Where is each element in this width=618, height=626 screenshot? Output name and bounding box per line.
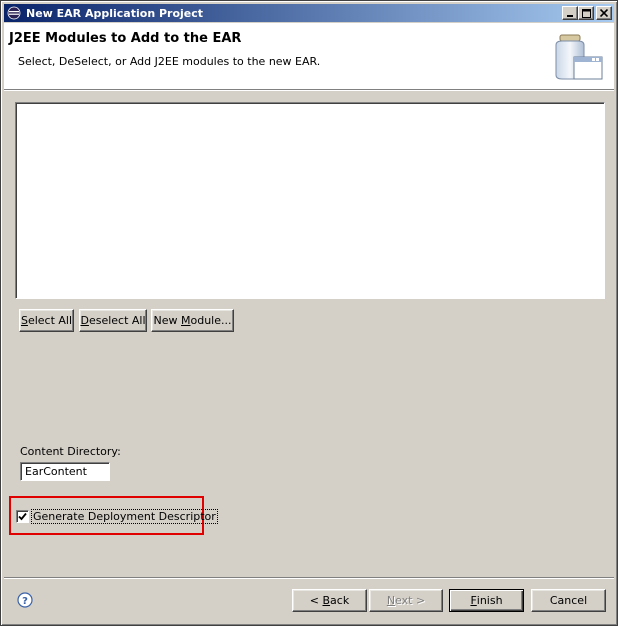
select-all-button[interactable]: Select All [19, 309, 74, 332]
maximize-icon [581, 8, 591, 18]
help-icon[interactable]: ? [17, 592, 33, 608]
wizard-banner: J2EE Modules to Add to the EAR Select, D… [4, 23, 614, 89]
banner-separator [4, 89, 614, 91]
close-button[interactable] [596, 6, 612, 20]
minimize-button[interactable] [562, 6, 578, 20]
close-icon [600, 9, 608, 17]
svg-text:?: ? [22, 596, 28, 607]
maximize-button[interactable] [578, 6, 594, 20]
new-module-button[interactable]: New Module... [151, 309, 234, 332]
page-title: J2EE Modules to Add to the EAR [9, 31, 242, 46]
module-list[interactable] [15, 102, 605, 299]
generate-descriptor-label[interactable]: Generate Deployment Descriptor [31, 509, 218, 524]
generate-descriptor-checkbox[interactable] [16, 510, 29, 523]
title-bar[interactable]: New EAR Application Project [4, 4, 614, 22]
deselect-all-button[interactable]: Deselect All [79, 309, 147, 332]
back-button[interactable]: < Back [292, 589, 367, 612]
minimize-icon [567, 15, 573, 17]
cancel-button[interactable]: Cancel [531, 589, 606, 612]
wizard-window: New EAR Application Project J2EE Modules… [0, 0, 618, 626]
next-button[interactable]: Next > [369, 589, 443, 612]
jar-window-icon [555, 34, 603, 80]
check-mark-icon [18, 512, 27, 521]
page-description: Select, DeSelect, or Add J2EE modules to… [18, 55, 321, 68]
content-directory-input[interactable] [20, 462, 110, 481]
window-title: New EAR Application Project [26, 6, 204, 20]
footer-separator [4, 577, 614, 579]
content-directory-label: Content Directory: [20, 445, 121, 458]
finish-button[interactable]: Finish [449, 589, 524, 612]
eclipse-icon [6, 5, 22, 21]
